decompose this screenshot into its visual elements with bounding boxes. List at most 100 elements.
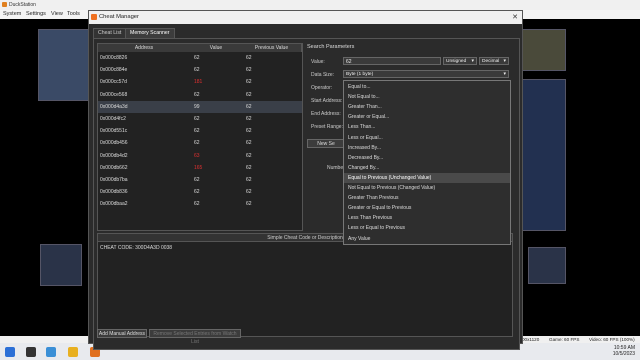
menu-system[interactable]: System — [3, 11, 21, 17]
table-row[interactable]: 0x000ce568 62 62 — [98, 89, 302, 101]
clock[interactable]: 10:59 AM 10/5/2023 — [595, 345, 635, 357]
status-video-fps: Video: 60 FPS (100%) — [589, 337, 635, 342]
table-row[interactable]: 0x000d4a3d 99 62 — [98, 100, 302, 113]
value-input[interactable]: 62 — [343, 57, 441, 65]
operator-option[interactable]: Less or Equal... — [344, 133, 510, 143]
game-hud-panel-right — [528, 247, 566, 284]
operator-option[interactable]: Less or Equal to Previous — [344, 223, 510, 233]
cell-address: 0x000dbaa2 — [100, 201, 128, 208]
file-explorer-icon[interactable] — [68, 347, 78, 357]
cell-value: 62 — [194, 177, 200, 183]
table-row[interactable]: 0x000cc57d 181 62 — [98, 76, 302, 88]
cell-value: 62 — [194, 201, 200, 208]
remove-selected-button[interactable]: Remove Selected Entries from Watch List — [149, 329, 241, 345]
app-titlebar: DuckStation — [0, 0, 640, 10]
column-header-address[interactable]: Address — [98, 44, 191, 52]
operator-option[interactable]: Not Equal to... — [344, 92, 510, 102]
cell-previous: 62 — [246, 91, 252, 98]
menu-settings[interactable]: Settings — [26, 11, 46, 17]
game-exit-sign — [522, 29, 566, 71]
table-row[interactable]: 0x000db836 62 62 — [98, 186, 302, 198]
operator-option[interactable]: Increased By... — [344, 143, 510, 153]
operator-option[interactable]: Greater or Equal... — [344, 112, 510, 122]
operator-option[interactable]: Greater Than... — [344, 102, 510, 112]
operator-option[interactable]: Greater Than Previous — [344, 193, 510, 203]
table-row[interactable]: 0x000d551c 62 62 — [98, 125, 302, 137]
operator-dropdown[interactable]: Equal to... Not Equal to... Greater Than..… — [343, 80, 511, 245]
search-section-title: Search Parameters — [307, 44, 355, 50]
cell-value: 62 — [194, 67, 200, 74]
base-select[interactable]: Decimal ▾ — [479, 57, 509, 65]
operator-option[interactable]: Less Than Previous — [344, 213, 510, 223]
table-row[interactable]: 0x000c884e 62 62 — [98, 64, 302, 76]
menu-tools[interactable]: Tools — [67, 11, 80, 17]
cell-value: 181 — [194, 79, 203, 86]
cell-previous: 62 — [246, 152, 252, 159]
cell-previous: 62 — [246, 140, 252, 147]
results-table[interactable]: Address Value Previous Value 0x000c8826 6… — [97, 43, 303, 231]
operator-option[interactable]: Greater or Equal to Previous — [344, 203, 510, 213]
table-row[interactable]: 0x000db456 62 62 — [98, 137, 302, 149]
cell-value: 165 — [194, 164, 203, 171]
cell-address: 0x000cc57d — [100, 79, 127, 86]
cell-previous: 62 — [246, 55, 252, 61]
column-header-previous[interactable]: Previous Value — [242, 44, 302, 52]
signed-select[interactable]: Unsigned ▾ — [443, 57, 477, 65]
operator-option[interactable]: Equal to... — [344, 82, 510, 92]
cell-address: 0x000db4d2 — [100, 152, 128, 159]
start-address-label: Start Address: — [311, 98, 343, 104]
status-game-fps: Game: 60 FPS — [549, 337, 580, 342]
close-icon[interactable]: ✕ — [512, 13, 518, 21]
cell-address: 0x000db7ba — [100, 177, 128, 183]
operator-option[interactable]: Decreased By... — [344, 153, 510, 163]
preset-range-label: Preset Range: — [311, 124, 343, 130]
add-manual-address-button[interactable]: Add Manual Address — [97, 329, 147, 338]
search-icon[interactable] — [26, 347, 36, 357]
operator-option[interactable]: Less Than... — [344, 122, 510, 132]
chevron-down-icon: ▾ — [503, 58, 506, 64]
cell-previous: 62 — [246, 128, 252, 135]
cell-address: 0x000d4fc2 — [100, 116, 126, 122]
cell-previous: 62 — [246, 67, 252, 74]
table-row[interactable]: 0x000c8826 62 62 — [98, 52, 302, 64]
column-header-value[interactable]: Value — [190, 44, 243, 52]
cheat-code-textarea[interactable]: CHEAT CODE: 300D4A3D 0038 — [97, 241, 513, 337]
table-row[interactable]: 0x000d4fc2 62 62 — [98, 113, 302, 125]
cell-value: 62 — [194, 189, 200, 196]
cell-previous: 62 — [246, 79, 252, 86]
cell-value: 99 — [194, 103, 200, 110]
cell-address: 0x000c8826 — [100, 55, 128, 61]
table-row[interactable]: 0x000dbaa2 62 62 — [98, 198, 302, 210]
cell-address: 0x000db836 — [100, 189, 128, 196]
operator-option[interactable]: Not Equal to Previous (Changed Value) — [344, 183, 510, 193]
cell-address: 0x000d4a3d — [100, 103, 128, 110]
cell-value: 62 — [194, 128, 200, 135]
signed-select-value: Unsigned — [446, 59, 467, 64]
operator-option[interactable]: Changed By... — [344, 163, 510, 173]
data-size-label: Data Size: — [311, 72, 335, 78]
window-titlebar: Cheat Manager ✕ — [89, 11, 522, 24]
game-hud-panel — [40, 244, 82, 286]
menu-view[interactable]: View — [51, 11, 63, 17]
data-size-value: Byte (1 byte) — [346, 72, 374, 77]
game-wall — [522, 79, 566, 231]
window-title: Cheat Manager — [99, 14, 139, 20]
app-logo-icon — [2, 2, 7, 7]
table-row[interactable]: 0x000db4d2 63 62 — [98, 150, 302, 162]
cell-value: 63 — [194, 152, 200, 159]
new-search-button[interactable]: New Se — [307, 139, 345, 148]
data-size-select[interactable]: Byte (1 byte) ▾ — [343, 70, 509, 78]
table-row[interactable]: 0x000db7ba 62 62 — [98, 174, 302, 186]
operator-label: Operator: — [311, 85, 333, 91]
cell-previous: 62 — [246, 177, 252, 183]
operator-option[interactable]: Any Value — [344, 234, 510, 244]
table-row[interactable]: 0x000db662 165 62 — [98, 162, 302, 174]
cheat-manager-icon — [91, 14, 97, 20]
chevron-down-icon: ▾ — [471, 58, 474, 64]
windows-start-icon[interactable] — [5, 347, 15, 357]
task-view-icon[interactable] — [46, 347, 56, 357]
cell-address: 0x000d551c — [100, 128, 128, 135]
operator-option[interactable]: Equal to Previous (Unchanged Value) — [344, 172, 510, 183]
chevron-down-icon: ▾ — [503, 71, 506, 77]
cell-previous: 62 — [246, 103, 252, 110]
